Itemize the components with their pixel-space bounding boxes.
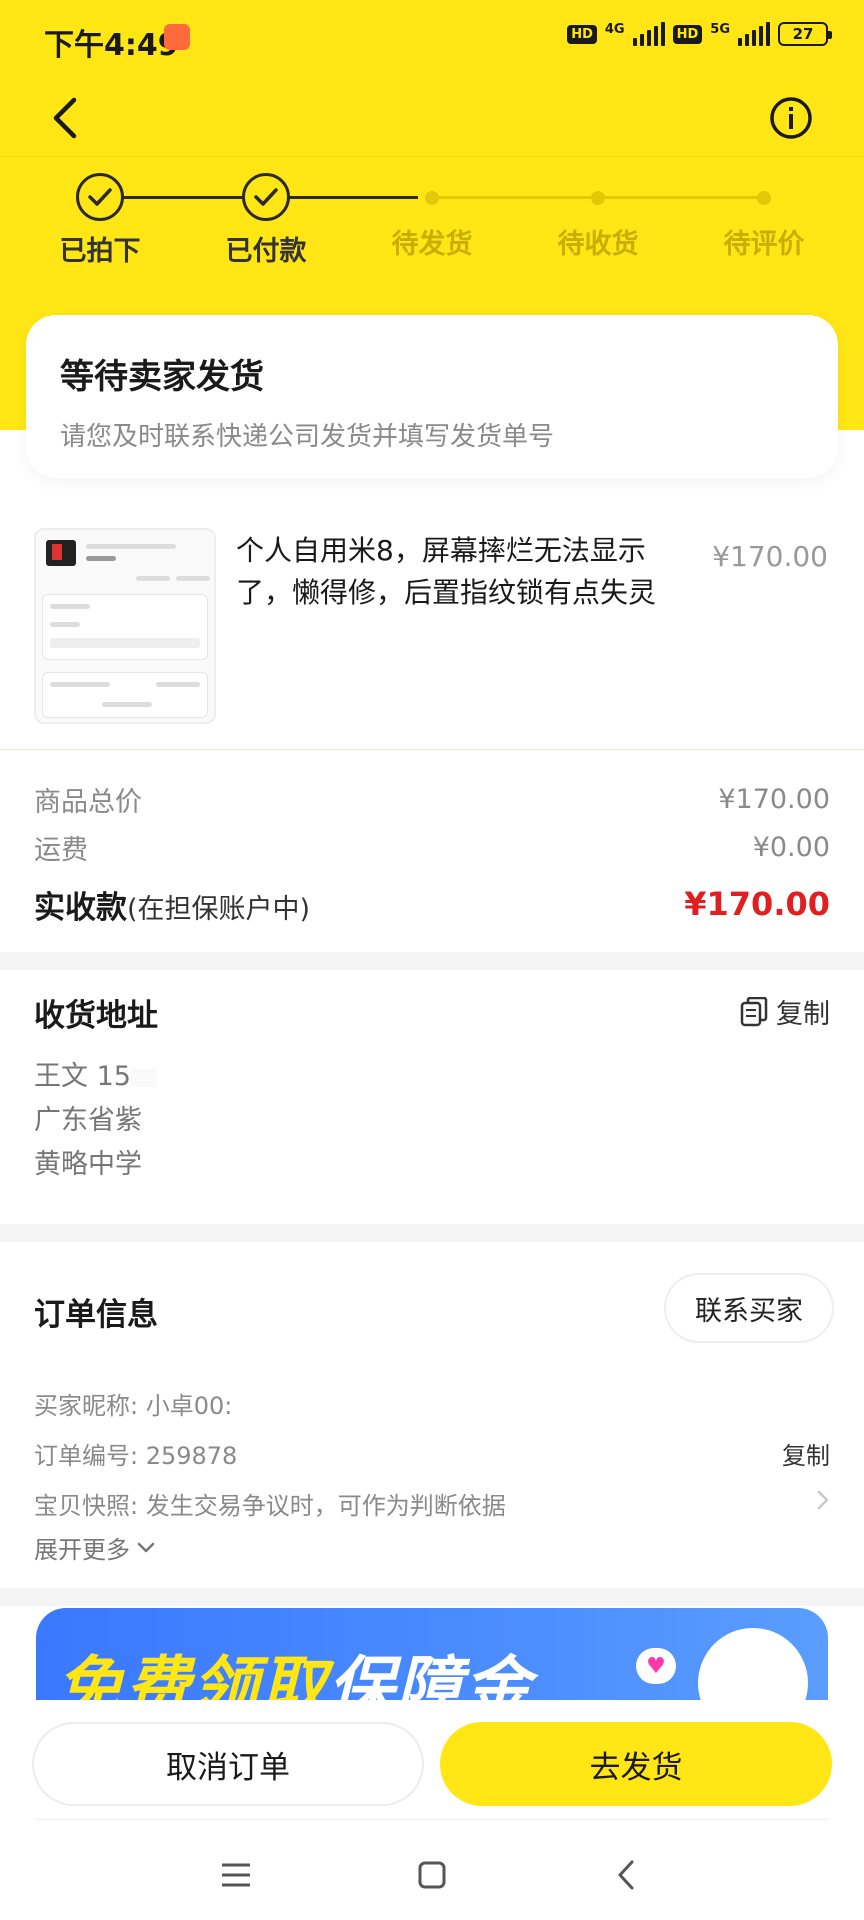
menu-icon xyxy=(222,1863,250,1887)
chevron-right-icon xyxy=(816,1489,830,1517)
snapshot-label: 宝贝快照: 发生交易争议时，可作为判断依据 xyxy=(34,1491,506,1520)
step-dot xyxy=(425,191,439,205)
product-price: ¥170.00 xyxy=(712,540,828,573)
buyer-nickname: 买家昵称: 小卓00: xyxy=(34,1391,233,1420)
step-to-receive: 待收货 xyxy=(515,170,681,261)
recipient-name-phone: 王文 15 xyxy=(34,1061,830,1093)
step-label: 待发货 xyxy=(391,229,473,260)
action-bar: 取消订单 去发货 xyxy=(0,1700,864,1820)
status-subtitle: 请您及时联系快递公司发货并填写发货单号 xyxy=(60,422,555,452)
step-to-review: 待评价 xyxy=(681,170,847,261)
info-button[interactable] xyxy=(766,88,816,148)
step-label: 待评价 xyxy=(723,229,805,260)
mascot-icon xyxy=(698,1628,808,1703)
price-summary: 商品总价 ¥170.00 运费 ¥0.00 实收款(在担保账户中) ¥170.0… xyxy=(34,775,830,935)
product-row[interactable]: 个人自用米8，屏幕摔烂无法显示了，懒得修，后置指纹锁有点失灵 ¥170.00 xyxy=(0,510,864,750)
copy-order-number-button[interactable]: 复制 xyxy=(782,1436,830,1471)
ship-button[interactable]: 去发货 xyxy=(440,1722,832,1806)
signal-icon-2 xyxy=(738,22,770,46)
escrow-note: (在担保账户中) xyxy=(127,893,311,925)
check-icon xyxy=(242,173,290,221)
snapshot-row[interactable]: 宝贝快照: 发生交易争议时，可作为判断依据 xyxy=(34,1478,830,1528)
info-circle-icon xyxy=(770,97,812,139)
step-label: 待收货 xyxy=(557,229,639,260)
address-detail: 黄略中学 xyxy=(34,1149,142,1180)
banner-text: 免费领取保障金 xyxy=(56,1649,532,1703)
order-status-card: 等待卖家发货 请您及时联系快递公司发货并填写发货单号 xyxy=(26,315,838,478)
address-title: 收货地址 xyxy=(34,998,158,1034)
order-number-row: 订单编号: 259878 复制 xyxy=(34,1428,830,1478)
step-dot xyxy=(591,191,605,205)
order-info-section: 订单信息 联系买家 买家昵称: 小卓00: 订单编号: 259878 复制 宝贝… xyxy=(34,1273,834,1565)
buyer-nickname-row: 买家昵称: 小卓00: xyxy=(34,1378,830,1428)
step-paid: 已付款 xyxy=(183,170,349,268)
received-total-row: 实收款(在担保账户中) ¥170.00 xyxy=(34,873,830,935)
signal-icon xyxy=(632,22,665,46)
product-title[interactable]: 个人自用米8，屏幕摔烂无法显示了，懒得修，后置指纹锁有点失灵 xyxy=(236,530,686,614)
document-copy-icon xyxy=(740,996,768,1026)
step-dot xyxy=(757,191,771,205)
heart-icon: ♥ xyxy=(636,1648,676,1684)
status-time: 下午4:49 xyxy=(44,28,179,63)
shipping-label: 运费 xyxy=(34,834,88,866)
back-triangle-icon xyxy=(618,1860,634,1890)
shipping-address-section: 收货地址 复制 王文 15 广东省紫 黄略中学 xyxy=(34,990,830,1181)
chevron-down-icon xyxy=(137,1542,155,1552)
notification-app-icon xyxy=(164,24,190,50)
battery-icon: 27 xyxy=(778,22,832,46)
check-icon xyxy=(76,173,124,221)
goods-total-row: 商品总价 ¥170.00 xyxy=(34,775,830,823)
section-gap xyxy=(0,952,864,970)
network-label-4g: 4G xyxy=(604,22,625,37)
system-back-button[interactable] xyxy=(596,1850,656,1900)
step-label: 已付款 xyxy=(225,236,307,267)
received-total-label: 实收款 xyxy=(34,889,127,926)
copy-label: 复制 xyxy=(776,999,830,1030)
hd-badge-2: HD xyxy=(672,24,703,44)
contact-buyer-button[interactable]: 联系买家 xyxy=(664,1273,834,1343)
chevron-left-icon xyxy=(53,97,77,139)
received-total-value: ¥170.00 xyxy=(684,885,830,923)
step-ordered: 已拍下 xyxy=(17,170,183,268)
expand-label: 展开更多 xyxy=(34,1536,130,1564)
section-gap xyxy=(0,1588,864,1606)
system-nav-bar xyxy=(0,1820,864,1920)
nav-bar xyxy=(0,78,864,158)
product-thumbnail[interactable] xyxy=(34,528,216,724)
divider xyxy=(0,749,864,750)
status-bar: 下午4:49 HD 4G HD 5G 27 xyxy=(0,0,864,78)
step-label: 已拍下 xyxy=(59,236,141,267)
nav-divider xyxy=(0,156,864,157)
hd-badge: HD xyxy=(567,24,597,44)
home-square-icon xyxy=(418,1861,446,1889)
order-number: 订单编号: 259878 xyxy=(34,1441,238,1470)
address-region: 广东省紫 xyxy=(34,1105,142,1136)
back-button[interactable] xyxy=(40,88,90,148)
goods-total-value: ¥170.00 xyxy=(718,783,830,815)
shipping-value: ¥0.00 xyxy=(752,831,830,863)
copy-address-button[interactable]: 复制 xyxy=(740,992,830,1031)
goods-total-label: 商品总价 xyxy=(34,786,142,818)
home-button[interactable] xyxy=(402,1850,462,1900)
expand-more-button[interactable]: 展开更多 xyxy=(34,1530,830,1565)
section-gap xyxy=(0,1224,864,1242)
cancel-order-button[interactable]: 取消订单 xyxy=(32,1722,424,1806)
step-to-ship: 待发货 xyxy=(349,170,515,261)
shipping-row: 运费 ¥0.00 xyxy=(34,823,830,871)
status-title: 等待卖家发货 xyxy=(60,357,264,397)
promo-banner[interactable]: 免费领取保障金 ♥ xyxy=(36,1608,828,1703)
order-progress: 已拍下 已付款 待发货 待收货 待评价 xyxy=(0,170,864,270)
status-indicators: HD 4G HD 5G 27 xyxy=(567,22,832,46)
network-label-5g: 5G xyxy=(710,22,730,37)
menu-button[interactable] xyxy=(206,1850,266,1900)
